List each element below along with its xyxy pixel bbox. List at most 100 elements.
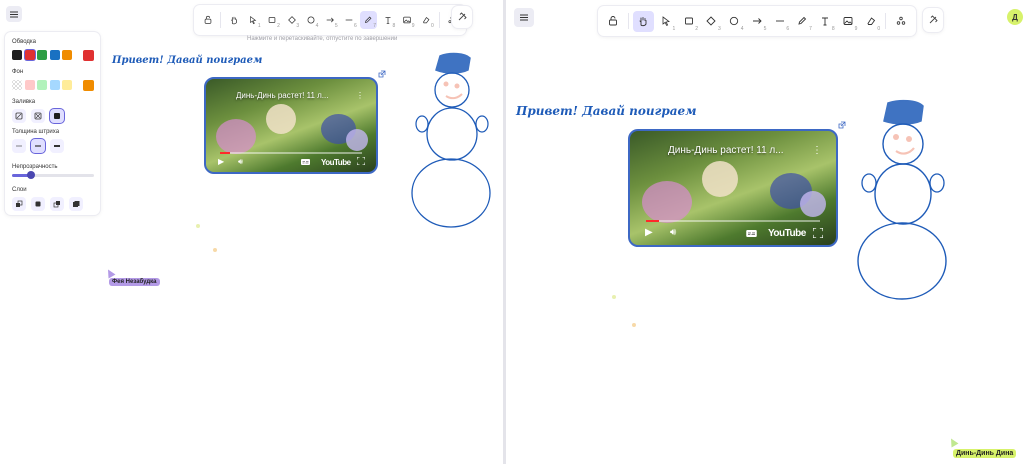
stroke-color-swatch[interactable]	[49, 50, 60, 60]
greeting-text[interactable]: Привет! Давай поиграем	[112, 55, 262, 66]
subtitles-icon[interactable]	[746, 230, 757, 237]
video-progress-bar[interactable]	[219, 152, 363, 154]
tool-ellipse-button[interactable]: 4	[302, 11, 319, 29]
tool-hand-button[interactable]	[632, 10, 654, 32]
embedded-video[interactable]: Динь-Динь растет! 11 л... ⋮ ▶ 🔊︎ YouTube	[204, 77, 378, 174]
library-button[interactable]	[452, 6, 472, 28]
tool-line-button[interactable]: 6	[341, 11, 358, 29]
background-current-swatch[interactable]	[83, 80, 94, 91]
tool-hand-button[interactable]	[225, 11, 242, 29]
tool-selection-button[interactable]: 1	[656, 11, 677, 32]
stroke-width-extra-bold[interactable]	[50, 139, 64, 153]
fill-crosshatch-option[interactable]	[31, 109, 45, 123]
toolbar-separator	[438, 12, 440, 28]
tool-eraser-button[interactable]: 0	[418, 11, 435, 29]
tool-shortcut: 2	[277, 23, 280, 29]
paint-dot	[196, 224, 200, 228]
subtitles-icon[interactable]	[301, 159, 310, 165]
background-color-swatch[interactable]	[37, 80, 47, 90]
volume-icon[interactable]: 🔊︎	[238, 157, 243, 167]
tool-arrow-button[interactable]: 5	[321, 11, 338, 29]
toolbar-separator	[885, 13, 887, 29]
stroke-color-swatch[interactable]	[37, 50, 47, 60]
tool-shortcut: 8	[392, 23, 396, 29]
tool-shortcut: 4	[315, 23, 319, 29]
youtube-logo[interactable]: YouTube	[321, 158, 351, 167]
library-icon	[929, 15, 938, 24]
snowman-drawing[interactable]	[410, 50, 495, 230]
play-icon[interactable]: ▶	[218, 157, 224, 166]
right-canvas[interactable]: 1 2 3 4 5 6 7 8 9 0 Д Привет! Давай поиграем Динь…	[506, 0, 1024, 464]
tool-lock-button[interactable]	[603, 11, 624, 32]
snowman-drawing[interactable]	[855, 97, 951, 303]
embedded-video[interactable]: Динь-Динь растет! 11 л... ⋮ ▶ 🔊︎ YouTube	[628, 129, 838, 247]
tool-rectangle-button[interactable]: 2	[678, 11, 699, 32]
tool-diamond-button[interactable]: 3	[283, 11, 300, 29]
bring-to-front-button[interactable]	[69, 197, 83, 211]
stroke-color-swatch[interactable]	[12, 50, 22, 60]
bring-forward-button[interactable]	[50, 197, 64, 211]
pencil-icon	[798, 16, 807, 25]
tool-selection-button[interactable]: 1	[244, 11, 261, 29]
stroke-color-swatch[interactable]	[24, 50, 35, 60]
user-avatar[interactable]: Д	[1007, 9, 1023, 25]
stroke-current-swatch[interactable]	[83, 50, 94, 61]
greeting-text[interactable]: Привет! Давай поиграем	[516, 104, 697, 118]
volume-icon[interactable]: 🔊︎	[670, 227, 676, 238]
tool-shortcut: 3	[296, 23, 300, 29]
video-menu-icon[interactable]: ⋮	[812, 145, 822, 156]
youtube-logo[interactable]: YouTube	[768, 228, 806, 239]
background-color-swatch[interactable]	[62, 80, 72, 90]
tool-shortcut: 5	[334, 23, 338, 29]
tool-text-button[interactable]: 8	[815, 11, 836, 32]
tool-line-button[interactable]: 6	[769, 11, 790, 32]
external-link-icon[interactable]	[838, 121, 846, 129]
tool-pencil-button[interactable]: 7	[792, 11, 813, 32]
tool-more-tools-button[interactable]	[890, 11, 911, 32]
play-icon[interactable]: ▶	[645, 227, 653, 238]
collaborator-name: Фея Незабудка	[109, 278, 160, 286]
main-menu-button[interactable]	[514, 8, 534, 27]
background-color-swatch[interactable]	[12, 80, 22, 90]
send-backward-button[interactable]	[31, 197, 45, 211]
collaborator-name: Динь-Динь Дина	[953, 449, 1017, 458]
fullscreen-icon[interactable]	[813, 228, 823, 238]
crosshatch-icon	[34, 112, 42, 120]
pencil-icon	[365, 16, 372, 24]
tool-image-button[interactable]: 9	[838, 11, 859, 32]
opacity-slider-knob[interactable]	[26, 171, 35, 179]
fill-hachure-option[interactable]	[12, 109, 26, 123]
tool-shortcut: 6	[786, 25, 790, 32]
paint-dot	[612, 295, 616, 299]
tool-shortcut: 2	[695, 25, 699, 32]
left-canvas[interactable]: 1 2 3 4 5 6 7 8 9 0 Нажмите и перетаскивайте, отп…	[0, 0, 503, 464]
tool-pencil-button[interactable]: 7	[359, 11, 378, 29]
main-menu-button[interactable]	[6, 6, 22, 22]
opacity-slider[interactable]	[12, 171, 94, 179]
fullscreen-icon[interactable]	[357, 157, 365, 165]
external-link-icon[interactable]	[378, 70, 386, 78]
tool-image-button[interactable]: 9	[398, 11, 415, 29]
video-menu-icon[interactable]: ⋮	[356, 91, 364, 100]
stroke-width-thin[interactable]	[12, 139, 26, 153]
tool-diamond-button[interactable]: 3	[701, 11, 722, 32]
tool-rectangle-button[interactable]: 2	[264, 11, 281, 29]
tool-arrow-button[interactable]: 5	[747, 11, 768, 32]
tool-eraser-button[interactable]: 0	[860, 11, 881, 32]
library-button[interactable]	[923, 8, 943, 32]
tool-text-button[interactable]: 8	[379, 11, 396, 29]
tool-lock-button[interactable]	[199, 11, 216, 29]
stroke-color-swatch[interactable]	[62, 50, 72, 60]
send-to-back-button[interactable]	[12, 197, 26, 211]
bring-forward-icon	[53, 201, 60, 208]
fill-solid-option[interactable]	[50, 109, 64, 123]
hand-icon	[230, 16, 237, 25]
stroke-width-bold[interactable]	[31, 139, 45, 153]
background-color-swatch[interactable]	[24, 80, 35, 90]
background-label: Фон	[12, 69, 24, 75]
eraser-icon	[867, 17, 875, 25]
video-progress-bar[interactable]	[646, 220, 820, 222]
more-tools-icon	[896, 16, 905, 25]
background-color-swatch[interactable]	[49, 80, 60, 90]
tool-ellipse-button[interactable]: 4	[724, 11, 745, 32]
